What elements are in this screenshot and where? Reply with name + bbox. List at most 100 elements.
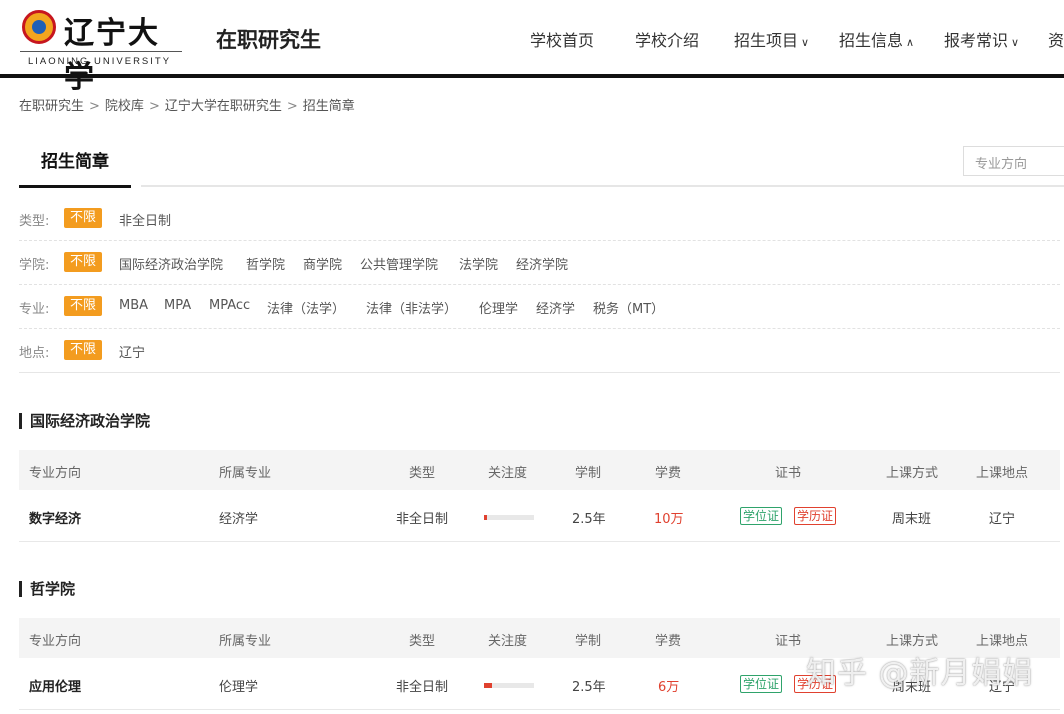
nav-label: 资: [1048, 31, 1064, 50]
breadcrumb-item[interactable]: 辽宁大学在职研究生: [165, 99, 282, 114]
col-class-mode: 上课方式: [886, 634, 939, 649]
cell-duration: 2.5年: [572, 680, 606, 695]
filter-option-selected[interactable]: 不限: [64, 340, 102, 360]
filter-college: 学院: 不限 国际经济政治学院 哲学院 商学院 公共管理学院 法学院 经济学院: [19, 241, 1060, 285]
filter-option-selected[interactable]: 不限: [64, 208, 102, 228]
filter-option[interactable]: 法律（法学）: [267, 298, 345, 317]
table-header: 专业方向 所属专业 类型 关注度 学制 学费 证书 上课方式 上课地点: [19, 450, 1060, 490]
filter-label: 学院:: [19, 258, 50, 273]
chevron-right-icon: >: [89, 99, 100, 114]
nav-more-truncated[interactable]: 资: [1048, 27, 1064, 51]
filter-option-selected[interactable]: 不限: [64, 252, 102, 272]
col-major: 所属专业: [219, 466, 272, 481]
cell-direction[interactable]: 应用伦理: [29, 676, 81, 695]
filter-option[interactable]: MBA: [119, 298, 148, 313]
logo-english-name: LIAONING UNIVERSITY: [28, 56, 172, 67]
filter-option[interactable]: 经济学院: [516, 254, 568, 273]
cell-class-mode: 周末班: [892, 512, 932, 527]
filter-option[interactable]: 税务（MT）: [593, 298, 664, 317]
col-fee: 学费: [655, 466, 682, 481]
breadcrumb-item[interactable]: 院校库: [105, 99, 144, 114]
col-certificate: 证书: [775, 634, 802, 649]
section-title: 哲学院: [19, 581, 75, 597]
filter-option[interactable]: 辽宁: [119, 342, 145, 361]
degree-cert-badge: 学位证: [740, 675, 783, 693]
breadcrumb: 在职研究生 > 院校库 > 辽宁大学在职研究生 > 招生简章: [19, 95, 355, 114]
nav-label: 招生项目: [734, 31, 799, 50]
chevron-up-icon: ∧: [906, 36, 915, 49]
col-attention: 关注度: [488, 634, 528, 649]
cell-direction[interactable]: 数字经济: [29, 508, 81, 527]
cell-major: 经济学: [219, 512, 259, 527]
cell-duration: 2.5年: [572, 512, 606, 527]
col-direction: 专业方向: [29, 634, 82, 649]
section-title: 国际经济政治学院: [19, 413, 150, 429]
table-row[interactable]: 数字经济 经济学 非全日制 2.5年 10万 学位证 学历证 周末班 辽宁: [19, 490, 1060, 542]
nav-label: 报考常识: [944, 31, 1009, 50]
filter-type: 类型: 不限 非全日制: [19, 197, 1060, 241]
cell-major: 伦理学: [219, 680, 259, 695]
attention-bar-fill: [484, 683, 492, 688]
chevron-down-icon: ∨: [1011, 36, 1020, 49]
nav-exam-knowledge[interactable]: 报考常识 ∨: [944, 27, 1019, 51]
col-direction: 专业方向: [29, 466, 82, 481]
filter-label: 专业:: [19, 302, 50, 317]
tab-bar: 招生简章 专业方向: [19, 140, 1064, 190]
chevron-right-icon: >: [148, 99, 160, 114]
breadcrumb-item[interactable]: 在职研究生: [19, 99, 84, 114]
nav-home[interactable]: 学校首页: [530, 27, 594, 51]
filter-option[interactable]: 法学院: [459, 254, 498, 273]
filter-option[interactable]: 法律（非法学）: [366, 298, 457, 317]
filter-option[interactable]: 伦理学: [479, 298, 518, 317]
chevron-right-icon: >: [286, 99, 298, 114]
col-location: 上课地点: [976, 466, 1029, 481]
nav-admission-info[interactable]: 招生信息 ∧: [839, 27, 914, 51]
nav-label: 学校介绍: [635, 31, 700, 50]
col-fee: 学费: [655, 634, 682, 649]
filter-option[interactable]: 经济学: [536, 298, 575, 317]
col-attention: 关注度: [488, 466, 528, 481]
filter-option[interactable]: 公共管理学院: [360, 254, 438, 273]
filter-option[interactable]: 商学院: [303, 254, 342, 273]
university-emblem-icon: [22, 10, 56, 44]
filter-label: 类型:: [19, 214, 50, 229]
diploma-cert-badge: 学历证: [794, 507, 837, 525]
logo-divider: [20, 51, 182, 52]
tab-admission-brochure[interactable]: 招生简章: [19, 140, 131, 188]
cell-fee: 6万: [658, 680, 680, 695]
cell-type: 非全日制: [396, 680, 449, 695]
degree-cert-badge: 学位证: [740, 507, 783, 525]
filter-location: 地点: 不限 辽宁: [19, 329, 1060, 373]
nav-label: 学校首页: [530, 31, 595, 50]
filter-option[interactable]: 哲学院: [246, 254, 285, 273]
attention-bar-fill: [484, 515, 487, 520]
filter-option-selected[interactable]: 不限: [64, 296, 102, 316]
nav-school-intro[interactable]: 学校介绍: [635, 27, 699, 51]
chevron-down-icon: ∨: [801, 36, 810, 49]
filter-option[interactable]: 国际经济政治学院: [119, 254, 223, 273]
tab-divider: [141, 185, 1064, 187]
col-duration: 学制: [575, 466, 602, 481]
cell-fee: 10万: [654, 512, 684, 527]
logo-chinese-name: 辽宁大学: [64, 16, 160, 95]
major-direction-search-input[interactable]: 专业方向: [963, 146, 1064, 176]
col-class-mode: 上课方式: [886, 466, 939, 481]
col-certificate: 证书: [775, 466, 802, 481]
cell-location: 辽宁: [989, 512, 1016, 527]
attention-bar: [484, 683, 534, 688]
filter-option[interactable]: 非全日制: [119, 210, 171, 229]
col-type: 类型: [409, 466, 436, 481]
cell-type: 非全日制: [396, 512, 449, 527]
nav-programs[interactable]: 招生项目 ∨: [734, 27, 809, 51]
site-header: 辽宁大学 LIAONING UNIVERSITY 在职研究生 学校首页 学校介绍…: [0, 0, 1064, 95]
filter-option[interactable]: MPAcc: [209, 298, 250, 313]
breadcrumb-current: 招生简章: [302, 99, 355, 114]
nav-label: 招生信息: [839, 31, 904, 50]
filter-major: 专业: 不限 MBA MPA MPAcc 法律（法学） 法律（非法学） 伦理学 …: [19, 285, 1060, 329]
filter-option[interactable]: MPA: [164, 298, 191, 313]
col-location: 上课地点: [976, 634, 1029, 649]
site-title: 在职研究生: [216, 28, 321, 52]
col-type: 类型: [409, 634, 436, 649]
university-logo[interactable]: 辽宁大学 LIAONING UNIVERSITY: [20, 8, 184, 95]
col-major: 所属专业: [219, 634, 272, 649]
